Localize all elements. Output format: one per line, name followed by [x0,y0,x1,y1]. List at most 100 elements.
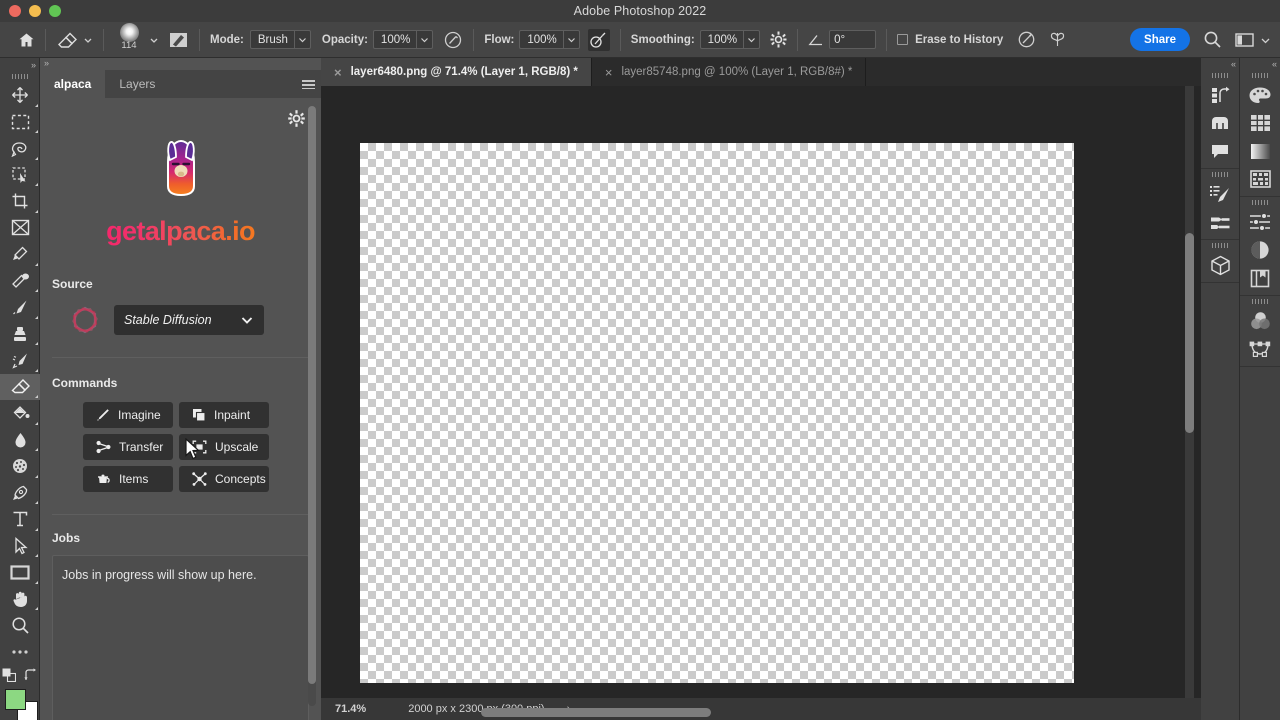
sidebar-item-zoom-tool[interactable] [0,612,40,639]
collapse-double-chevron-icon[interactable]: » [0,58,39,71]
gear-icon[interactable] [770,31,787,48]
half-circle-icon[interactable] [1240,236,1280,264]
tab-alpaca[interactable]: alpaca [40,70,106,98]
swap-colors-icon[interactable] [23,668,38,682]
sidebar-item-crop-tool[interactable] [0,188,40,215]
transfer-button[interactable]: Transfer [83,434,173,460]
sidebar-item-history-brush-tool[interactable] [0,347,40,374]
sidebar-item-more-tools[interactable] [0,639,40,666]
swatches-grid-icon[interactable] [1240,109,1280,137]
sidebar-item-eyedropper-tool[interactable] [0,241,40,268]
zoom-level[interactable]: 71.4% [335,703,366,715]
brush-settings-icon[interactable] [168,30,189,50]
erase-to-history-checkbox[interactable] [897,34,909,45]
brush-preset-picker[interactable]: 114 [114,22,159,55]
pressure-size-icon[interactable] [1017,30,1036,49]
inpaint-button[interactable]: Inpaint [179,402,269,428]
share-button[interactable]: Share [1130,28,1190,51]
chevron-down-icon[interactable] [295,35,310,44]
sidebar-item-dodge-tool[interactable] [0,453,40,480]
brush-settings-panel-icon[interactable] [1201,180,1239,208]
workspace-icon[interactable] [1235,32,1254,48]
venn-circles-icon[interactable] [1240,307,1280,335]
sliders-icon[interactable] [1240,208,1280,236]
paths-curve-icon[interactable] [1240,335,1280,363]
sidebar-item-rectangular-select-tool[interactable] [0,109,40,136]
sidebar-item-shape-tool[interactable] [0,559,40,586]
airbrush-icon[interactable] [587,28,610,51]
symmetry-butterfly-icon[interactable] [1048,30,1067,49]
cube-icon[interactable] [1201,251,1239,279]
actions-panel-icon[interactable] [1201,81,1239,109]
smoothing-select[interactable]: 100% [699,30,761,49]
drag-handle[interactable] [1240,296,1280,307]
gear-icon[interactable] [288,110,305,127]
drag-handle[interactable] [1240,70,1280,81]
brushes-panel-icon[interactable] [1201,208,1239,236]
chevron-down-icon[interactable] [83,35,93,45]
drag-handle[interactable] [1201,70,1239,81]
scrollbar-thumb[interactable] [1185,233,1194,433]
sidebar-item-eraser-tool[interactable] [0,373,40,400]
canvas-viewport[interactable] [321,86,1201,720]
sidebar-item-hand-tool[interactable] [0,586,40,613]
sidebar-item-lasso-tool[interactable] [0,135,40,162]
sidebar-item-frame-tool[interactable] [0,215,40,242]
drag-handle[interactable] [1240,197,1280,208]
document-tab[interactable]: × layer85748.png @ 100% (Layer 1, RGB/8#… [592,58,867,86]
concepts-button[interactable]: Concepts [179,466,269,492]
sidebar-item-type-tool[interactable] [0,506,40,533]
palette-icon[interactable] [1240,81,1280,109]
opacity-select[interactable]: 100% [372,30,434,49]
sidebar-item-spot-healing-tool[interactable] [0,268,40,295]
tab-layers[interactable]: Layers [105,70,169,98]
scrollbar-thumb[interactable] [308,106,316,684]
chevron-down-icon[interactable] [1260,35,1270,45]
comment-bubble-icon[interactable] [1201,137,1239,165]
drag-handle[interactable] [1201,240,1239,251]
foreground-color-swatch[interactable] [5,689,26,710]
sidebar-item-move-tool[interactable] [0,82,40,109]
items-button[interactable]: Items [83,466,173,492]
collapse-double-chevron-icon[interactable]: « [1201,58,1239,70]
tool-strip-drag-handle[interactable] [0,71,39,82]
close-icon[interactable]: × [605,66,613,79]
canvas-horizontal-scrollbar[interactable] [441,708,1141,717]
scrollbar-thumb[interactable] [481,708,711,717]
sidebar-item-object-select-tool[interactable] [0,162,40,189]
collapse-double-chevron-icon[interactable]: » [40,58,321,70]
panel-vertical-scrollbar[interactable] [308,106,316,706]
gradient-icon[interactable] [1240,137,1280,165]
chevron-down-icon[interactable] [744,35,759,44]
home-icon[interactable] [18,32,35,48]
flow-select[interactable]: 100% [519,30,580,49]
sidebar-item-brush-tool[interactable] [0,294,40,321]
sidebar-item-pen-tool[interactable] [0,480,40,507]
collapse-double-chevron-icon[interactable]: « [1240,58,1280,70]
close-icon[interactable]: × [334,66,342,79]
canvas-transparent-layer[interactable] [360,143,1074,683]
mode-select[interactable]: Brush [249,30,311,49]
sidebar-item-path-select-tool[interactable] [0,533,40,560]
panel-menu-icon[interactable] [295,70,321,98]
sidebar-item-gradient-tool[interactable] [0,400,40,427]
patterns-icon[interactable] [1240,165,1280,193]
current-tool-eraser[interactable] [56,30,93,50]
chevron-down-icon[interactable] [149,35,159,45]
libraries-book-icon[interactable] [1240,264,1280,292]
sidebar-item-stamp-tool[interactable] [0,321,40,348]
chevron-down-icon[interactable] [564,35,579,44]
sidebar-item-blur-tool[interactable] [0,427,40,454]
document-tab-active[interactable]: × layer6480.png @ 71.4% (Layer 1, RGB/8)… [321,58,592,86]
imagine-button[interactable]: Imagine [83,402,173,428]
glyphs-panel-icon[interactable] [1201,109,1239,137]
canvas-vertical-scrollbar[interactable] [1185,86,1194,720]
chevron-down-icon[interactable] [240,313,254,327]
pressure-opacity-icon[interactable] [443,30,463,50]
drag-handle[interactable] [1201,169,1239,180]
angle-input[interactable]: 0° [829,30,877,49]
chevron-down-icon[interactable] [417,35,432,44]
source-select[interactable]: Stable Diffusion [114,305,264,335]
default-colors-icon[interactable] [2,668,16,682]
search-icon[interactable] [1203,30,1222,49]
